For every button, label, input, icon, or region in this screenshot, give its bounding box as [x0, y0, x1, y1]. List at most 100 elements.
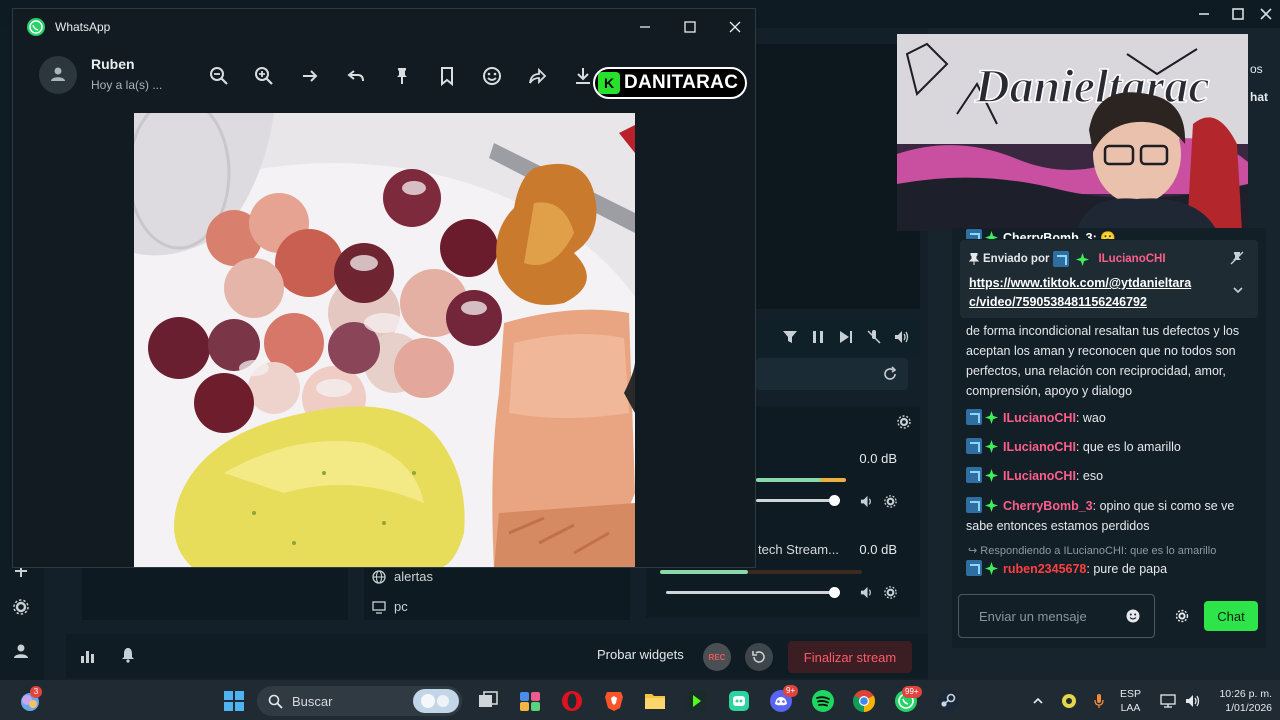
- volume-icon[interactable]: [860, 585, 875, 600]
- chat-send-button[interactable]: Chat: [1204, 601, 1258, 631]
- pinned-link[interactable]: https://www.tiktok.com/@ytdanieltara c/v…: [969, 274, 1191, 312]
- source-item[interactable]: alertas: [372, 569, 433, 584]
- bookmark-icon[interactable]: [436, 65, 458, 87]
- chrome-icon[interactable]: [852, 689, 876, 713]
- minimize-icon[interactable]: [635, 17, 655, 37]
- kick-studio-icon[interactable]: [685, 689, 709, 713]
- app-icon[interactable]: [727, 689, 751, 713]
- webcam-image: Danieltarac: [897, 34, 1248, 231]
- skip-icon[interactable]: [838, 329, 854, 345]
- gear-icon[interactable]: [12, 598, 30, 616]
- chat-username[interactable]: ILucianoCHI: [1003, 469, 1076, 483]
- chat-username[interactable]: ILucianoCHI: [1003, 440, 1076, 454]
- microphone-icon[interactable]: [1092, 693, 1106, 709]
- photo-viewer-image[interactable]: [134, 113, 635, 567]
- maximize-icon[interactable]: [680, 17, 700, 37]
- stats-icon[interactable]: [80, 648, 96, 664]
- close-icon[interactable]: [725, 17, 745, 37]
- volume-slider-knob[interactable]: [829, 587, 840, 598]
- sparkle-icon: [1076, 252, 1090, 266]
- spotify-icon[interactable]: [811, 689, 835, 713]
- gear-icon[interactable]: [883, 494, 898, 509]
- mixer-settings-icon[interactable]: [896, 414, 912, 430]
- volume-slider-knob[interactable]: [829, 495, 840, 506]
- chat-username[interactable]: ruben2345678: [1003, 562, 1086, 576]
- volume-slider-track[interactable]: [756, 499, 836, 502]
- scenes-panel: [82, 568, 348, 620]
- file-explorer-icon[interactable]: [643, 689, 667, 713]
- forward-icon[interactable]: [299, 65, 321, 87]
- download-icon[interactable]: [572, 65, 594, 87]
- search-icon: [268, 694, 283, 709]
- reply-icon[interactable]: [345, 65, 367, 87]
- pin-icon: [969, 253, 979, 265]
- gear-icon[interactable]: [883, 585, 898, 600]
- windows-start-icon[interactable]: [222, 689, 246, 713]
- emoji-icon[interactable]: [1126, 609, 1140, 623]
- chat-message: CherryBomb_3: opino que si como se ve sa…: [966, 497, 1235, 533]
- close-icon[interactable]: [1256, 4, 1276, 24]
- network-icon[interactable]: [1160, 694, 1176, 708]
- chat-text: wao: [1082, 411, 1106, 425]
- unpin-icon[interactable]: [1230, 251, 1244, 265]
- end-stream-button[interactable]: Finalizar stream: [788, 641, 912, 673]
- whatsapp-logo-icon: [27, 18, 45, 36]
- mute-mic-icon[interactable]: [866, 329, 882, 345]
- pin-icon[interactable]: [391, 65, 413, 87]
- sidebar-label: hat: [1250, 90, 1268, 104]
- volume-icon[interactable]: [860, 494, 875, 509]
- replay-button[interactable]: [745, 643, 773, 671]
- pinned-message[interactable]: Enviado por ILucianoCHI https://www.tikt…: [960, 240, 1258, 318]
- widgets-icon[interactable]: [518, 689, 542, 713]
- language-indicator[interactable]: ESP LAA: [1120, 687, 1141, 715]
- monitor-icon: [372, 600, 386, 614]
- user-icon[interactable]: [12, 642, 30, 660]
- record-button[interactable]: REC: [703, 643, 731, 671]
- sparkle-icon: [985, 562, 998, 575]
- clock[interactable]: 10:26 p. m. 1/01/2026: [1212, 687, 1272, 715]
- badge-icon: [966, 497, 982, 513]
- chevron-down-icon[interactable]: [1232, 284, 1244, 296]
- chat-settings-icon[interactable]: [1175, 609, 1189, 623]
- badge-icon: [966, 229, 982, 239]
- taskbar-search[interactable]: Buscar: [257, 686, 462, 716]
- test-widgets-button[interactable]: Probar widgets: [597, 647, 684, 662]
- whatsapp-titlebar: WhatsApp: [13, 9, 755, 43]
- sparkle-icon: [985, 411, 998, 424]
- brave-icon[interactable]: [602, 689, 626, 713]
- refresh-icon[interactable]: [882, 366, 898, 382]
- volume-slider-track[interactable]: [666, 591, 836, 594]
- chevron-up-icon[interactable]: [1031, 694, 1045, 708]
- chat-text: eso: [1082, 469, 1104, 483]
- speaker-icon[interactable]: [1185, 693, 1203, 709]
- maximize-icon[interactable]: [1228, 4, 1248, 24]
- task-view-icon[interactable]: [476, 689, 500, 713]
- badge-icon: [966, 438, 982, 454]
- emoji-icon[interactable]: [481, 65, 503, 87]
- steam-icon[interactable]: [936, 689, 960, 713]
- chat-text: pure de papa: [1093, 562, 1168, 576]
- source-url-field[interactable]: [756, 358, 908, 390]
- filter-icon[interactable]: [782, 329, 798, 345]
- tray-app-icon[interactable]: [1061, 693, 1077, 709]
- source-label: pc: [394, 599, 408, 614]
- chat-input[interactable]: Enviar un mensaje: [958, 594, 1155, 638]
- whatsapp-title: WhatsApp: [55, 20, 111, 34]
- audio-meter-peak: [820, 478, 846, 482]
- pause-icon[interactable]: [810, 329, 826, 345]
- bell-icon[interactable]: [120, 647, 136, 663]
- minimize-icon[interactable]: [1194, 4, 1214, 24]
- volume-icon[interactable]: [894, 329, 910, 345]
- source-item[interactable]: pc: [372, 599, 408, 614]
- chat-username[interactable]: CherryBomb_3: [1003, 499, 1093, 513]
- contact-name: Ruben: [91, 56, 135, 72]
- zoom-in-icon[interactable]: [253, 65, 275, 87]
- avatar[interactable]: [39, 56, 77, 94]
- opera-gx-icon[interactable]: [560, 689, 584, 713]
- zoom-out-icon[interactable]: [208, 65, 230, 87]
- share-icon[interactable]: [527, 65, 549, 87]
- chat-message: ILucianoCHI: wao: [966, 408, 1252, 428]
- globe-icon: [372, 569, 386, 584]
- badge-icon: [1053, 251, 1070, 267]
- chat-username[interactable]: ILucianoCHI: [1003, 411, 1076, 425]
